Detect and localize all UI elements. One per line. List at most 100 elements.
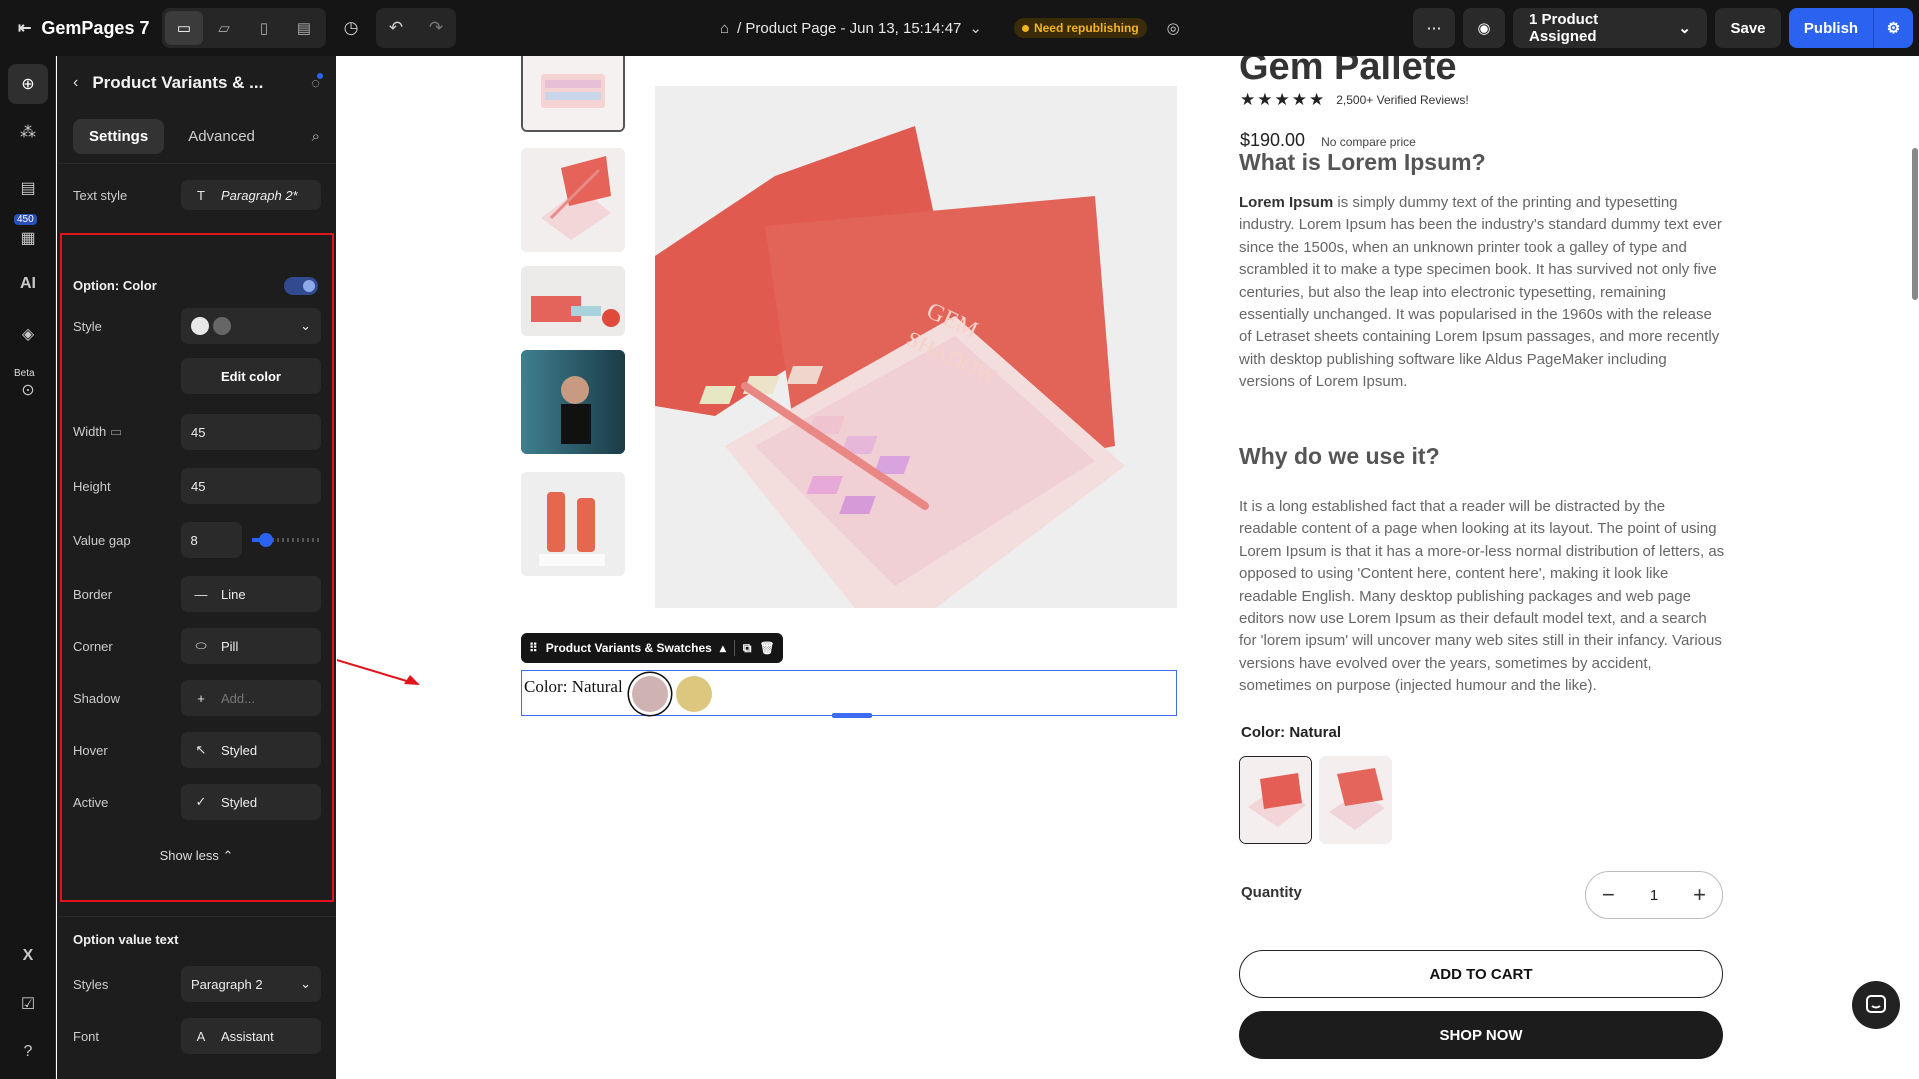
quantity-stepper: − 1 + [1585, 871, 1723, 919]
compare-price: No compare price [1321, 135, 1416, 149]
font-row: Font A Assistant [73, 1018, 322, 1054]
font-select[interactable]: A Assistant [181, 1018, 321, 1054]
checklist-icon[interactable]: ☑ [8, 984, 48, 1024]
heading-why: Why do we use it? [1239, 443, 1440, 469]
location-icon[interactable]: ⊙ [8, 370, 48, 410]
add-to-cart-button[interactable]: ADD TO CART [1239, 950, 1723, 998]
templates-icon[interactable]: ▦ [8, 218, 48, 258]
scrollbar[interactable] [1911, 100, 1919, 1079]
mobile-view-icon[interactable]: ▯ [245, 11, 283, 45]
editor-canvas[interactable]: GEM SHADOW ⠿ Product Variants & Swatches… [337, 56, 1919, 1079]
chat-icon[interactable] [1852, 981, 1900, 1029]
chevron-down-icon: ⌄ [300, 976, 311, 991]
shop-now-button[interactable]: SHOP NOW [1239, 1011, 1723, 1059]
chevron-down-icon: ⌄ [969, 20, 982, 37]
undo-icon[interactable]: ↶ [376, 8, 416, 48]
history-icon[interactable]: ◷ [332, 9, 370, 47]
tab-settings[interactable]: Settings [73, 119, 165, 154]
product-title: Gem Pallete [1239, 56, 1457, 88]
layers-icon[interactable]: ◈ [8, 314, 48, 354]
product-assigned-button[interactable]: 1 Product Assigned ⌄ [1513, 8, 1707, 48]
gallery-thumb-5[interactable] [521, 472, 625, 576]
swatch-gold[interactable] [676, 676, 712, 712]
product-assigned-label: 1 Product Assigned [1529, 11, 1599, 45]
text-style-value: Paragraph 2* [221, 187, 298, 203]
divider [57, 916, 336, 917]
panel-title: Product Variants & ... [92, 73, 264, 92]
hint-icon[interactable]: ◌ [311, 72, 323, 92]
publish-button[interactable]: Publish [1789, 8, 1873, 48]
caret-up-icon[interactable]: ▴ [720, 641, 726, 655]
x-icon[interactable]: X [8, 936, 48, 976]
palette-thumb-image [523, 56, 623, 130]
back-icon[interactable]: ‹ [73, 74, 78, 92]
product-main-image[interactable]: GEM SHADOW [655, 86, 1177, 608]
font-label: Font [73, 1028, 100, 1044]
ai-icon[interactable]: AI [8, 264, 48, 304]
layout-view-icon[interactable]: ▤ [285, 11, 323, 45]
search-icon[interactable]: ⌕ [312, 128, 320, 145]
tab-advanced[interactable]: Advanced [172, 119, 271, 154]
left-rail: ⊕ ⁂ ▤ 450 ▦ AI ◈ Beta ⊙ X ☑ ? [0, 56, 56, 1079]
exit-icon: ⇤ [18, 20, 32, 37]
chat-bubble-icon [1866, 995, 1886, 1013]
image-swatch-1[interactable] [1239, 756, 1312, 844]
styles-select[interactable]: Paragraph 2 ⌄ [181, 966, 321, 1002]
styles-label: Styles [73, 976, 109, 992]
top-bar-actions: ⋯ ◉ 1 Product Assigned ⌄ Save Publish ⚙ [1413, 0, 1919, 56]
laptop-view-icon[interactable]: ▱ [205, 11, 243, 45]
quantity-label: Quantity [1241, 884, 1302, 901]
page-title-bar[interactable]: ⌂ / Product Page - Jun 13, 15:14:47 ⌄ Ne… [720, 0, 1180, 56]
duplicate-icon[interactable]: ⧉ [743, 641, 752, 656]
app-logo[interactable]: ⇤ GemPages 7 [0, 18, 162, 39]
font-icon: A [196, 1028, 206, 1044]
pages-icon[interactable]: ▤ [8, 168, 48, 208]
redo-icon[interactable]: ↷ [416, 8, 456, 48]
chevron-down-icon: ⌄ [1678, 20, 1691, 37]
minus-icon[interactable]: − [1602, 882, 1615, 908]
model-thumb-image [521, 350, 625, 454]
resize-handle[interactable] [832, 713, 872, 718]
add-element-icon[interactable]: ⊕ [8, 64, 48, 104]
text-style-row: Text style T Paragraph 2* [73, 180, 322, 210]
swatch-natural[interactable] [632, 676, 668, 712]
publish-settings-icon[interactable]: ⚙ [1873, 8, 1913, 48]
trash-icon[interactable]: 🗑 [759, 641, 774, 655]
gallery-thumb-1[interactable] [521, 56, 625, 132]
paragraph-1: Lorem Ipsum is simply dummy text of the … [1239, 192, 1725, 394]
help-icon[interactable]: ? [8, 1032, 48, 1072]
products-thumb-image [521, 266, 625, 336]
preview-button[interactable]: ◉ [1463, 8, 1505, 48]
paragraph-1-bold: Lorem Ipsum [1239, 194, 1334, 211]
undo-redo-group: ↶ ↷ [376, 8, 456, 48]
variant-label: Color: Natural [524, 677, 623, 696]
highlight-box [60, 233, 334, 902]
status-badge-text: Need republishing [1033, 21, 1139, 35]
sections-icon[interactable]: ⁂ [8, 112, 48, 152]
app-name: GemPages 7 [41, 17, 150, 38]
option-value-text-label: Option value text [73, 932, 179, 947]
plus-icon[interactable]: + [1693, 882, 1706, 908]
image-swatch-2[interactable] [1319, 756, 1392, 844]
gallery-thumb-4[interactable] [521, 350, 625, 454]
gallery-thumb-2[interactable] [521, 148, 625, 252]
save-button[interactable]: Save [1715, 8, 1781, 48]
star-icon: ★ [1240, 90, 1256, 109]
desktop-view-icon[interactable]: ▭ [165, 11, 203, 45]
quantity-value[interactable]: 1 [1650, 887, 1658, 904]
more-options-button[interactable]: ⋯ [1413, 8, 1455, 48]
swatch-2-image [1319, 756, 1392, 844]
text-style-select[interactable]: T Paragraph 2* [181, 180, 321, 210]
variant-element-toolbar[interactable]: ⠿ Product Variants & Swatches ▴ ⧉ 🗑 [521, 633, 783, 663]
panel-header: ‹ Product Variants & ... ◌ [57, 56, 336, 110]
heading-what: What is Lorem Ipsum? [1239, 149, 1486, 175]
panel-tabs: Settings Advanced ⌕ [57, 110, 336, 164]
scrollbar-thumb[interactable] [1912, 148, 1918, 300]
status-dot [1021, 24, 1029, 32]
drag-handle-icon[interactable]: ⠿ [529, 641, 538, 655]
globe-icon[interactable]: ◎ [1167, 19, 1180, 37]
gallery-thumb-3[interactable] [521, 266, 625, 336]
star-icon: ★ [1274, 90, 1290, 109]
element-name-label: Product Variants & Swatches [545, 641, 712, 655]
variant-selector[interactable]: Color: Natural [521, 670, 1177, 718]
